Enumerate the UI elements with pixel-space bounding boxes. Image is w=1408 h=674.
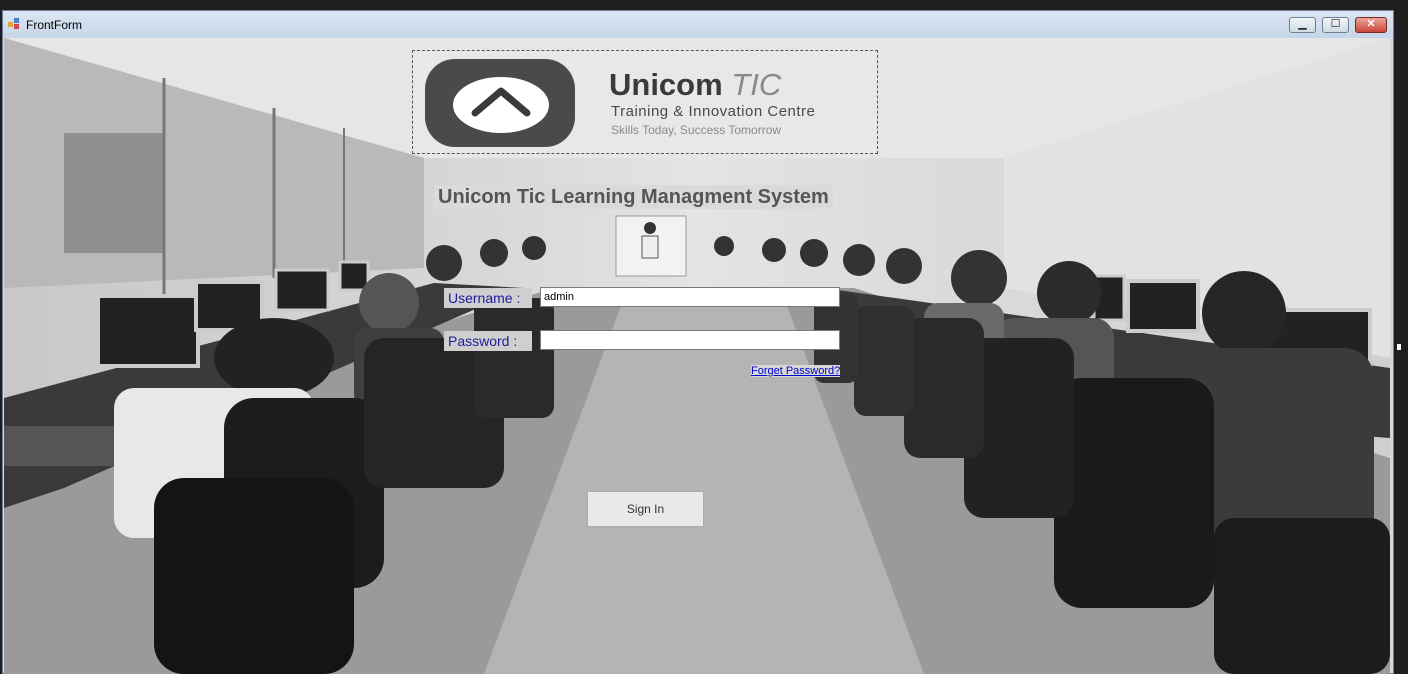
- logo-wordmark: Unicom TIC: [609, 67, 781, 103]
- unicom-logo-icon: [425, 59, 575, 147]
- logo-slogan: Skills Today, Success Tomorrow: [611, 123, 782, 137]
- window-resize-edge[interactable]: [1394, 10, 1408, 674]
- resize-marker: [1397, 344, 1401, 350]
- forgot-password-link[interactable]: Forget Password?: [751, 365, 841, 377]
- system-title: Unicom Tic Learning Managment System: [434, 185, 833, 209]
- app-icon: [8, 18, 19, 29]
- close-button[interactable]: ✕: [1355, 17, 1387, 33]
- logo-name: Unicom: [609, 67, 723, 102]
- password-input[interactable]: [540, 330, 840, 350]
- maximize-button[interactable]: ☐: [1322, 17, 1349, 33]
- form-client-area: Unicom TIC Training & Innovation Centre …: [4, 38, 1390, 674]
- username-label: Username :: [444, 288, 532, 308]
- close-icon: ✕: [1366, 18, 1376, 30]
- window-title: FrontForm: [26, 18, 83, 32]
- logo-panel: Unicom TIC Training & Innovation Centre …: [412, 50, 878, 154]
- sign-in-button[interactable]: Sign In: [587, 491, 704, 527]
- minimize-icon: ▁: [1298, 18, 1307, 30]
- title-bar[interactable]: FrontForm ▁ ☐ ✕: [3, 11, 1393, 38]
- logo-name-accent: TIC: [731, 67, 782, 102]
- username-input[interactable]: [540, 287, 840, 307]
- maximize-icon: ☐: [1330, 18, 1341, 30]
- minimize-button[interactable]: ▁: [1289, 17, 1316, 33]
- front-form-window: FrontForm ▁ ☐ ✕ Unicom TIC Training & In…: [2, 10, 1394, 674]
- logo-tagline: Training & Innovation Centre: [611, 103, 816, 120]
- password-label: Password :: [444, 331, 532, 351]
